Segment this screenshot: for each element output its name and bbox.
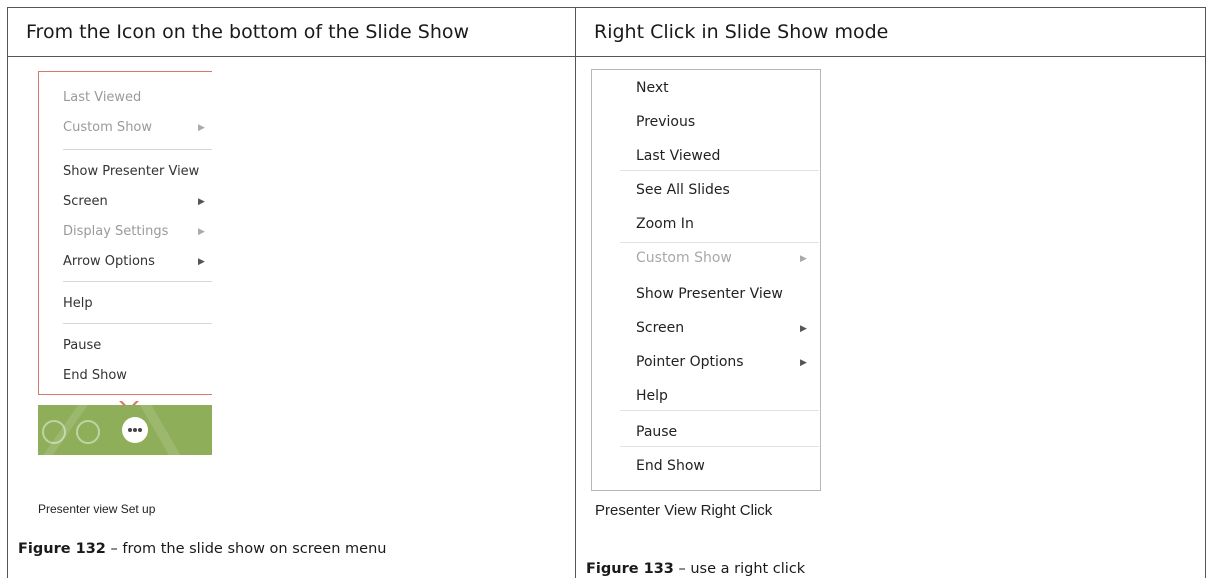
figure-caption: Figure 133 – use a right click bbox=[586, 561, 805, 577]
context-item-see-all-slides[interactable]: See All Slides bbox=[636, 182, 730, 198]
context-item-last-viewed[interactable]: Last Viewed bbox=[636, 148, 720, 164]
submenu-arrow-icon: ▶ bbox=[800, 358, 807, 368]
menu-separator bbox=[620, 446, 819, 447]
menu-separator bbox=[63, 281, 212, 282]
zoom-icon[interactable] bbox=[76, 420, 100, 444]
menu-item-display-settings: Display Settings bbox=[63, 224, 169, 239]
more-options-icon[interactable] bbox=[122, 417, 148, 443]
document-table: From the Icon on the bottom of the Slide… bbox=[7, 7, 1206, 578]
context-item-help[interactable]: Help bbox=[636, 388, 668, 404]
context-item-end-show[interactable]: End Show bbox=[636, 458, 705, 474]
menu-item-end-show[interactable]: End Show bbox=[63, 368, 127, 383]
onscreen-menu: Last Viewed Custom Show ▶ Show Presenter Vi… bbox=[38, 71, 212, 395]
menu-separator bbox=[620, 242, 819, 243]
header-left: From the Icon on the bottom of the Slide… bbox=[7, 7, 576, 57]
onscreen-menu-screenshot: Last Viewed Custom Show ▶ Show Presenter Vi… bbox=[30, 71, 215, 455]
context-item-custom-show: Custom Show bbox=[636, 250, 732, 266]
menu-item-show-presenter-view[interactable]: Show Presenter View bbox=[63, 164, 199, 179]
menu-item-custom-show: Custom Show bbox=[63, 120, 153, 135]
submenu-arrow-icon: ▶ bbox=[198, 257, 205, 267]
context-item-pause[interactable]: Pause bbox=[636, 424, 677, 440]
context-item-screen[interactable]: Screen bbox=[636, 320, 684, 336]
figure-number: Figure 133 bbox=[586, 561, 674, 577]
figure-number: Figure 132 bbox=[18, 541, 106, 557]
header-right: Right Click in Slide Show mode bbox=[575, 7, 1206, 57]
context-item-previous[interactable]: Previous bbox=[636, 114, 695, 130]
cell-left: Last Viewed Custom Show ▶ Show Presenter Vi… bbox=[7, 56, 576, 578]
menu-item-help[interactable]: Help bbox=[63, 296, 93, 311]
context-item-zoom-in[interactable]: Zoom In bbox=[636, 216, 694, 232]
menu-separator bbox=[620, 170, 819, 171]
figure-text: – use a right click bbox=[673, 561, 806, 577]
menu-separator bbox=[63, 323, 212, 324]
context-menu: Next Previous Last Viewed See All Slides Zoo… bbox=[591, 69, 821, 491]
submenu-arrow-icon: ▶ bbox=[198, 227, 205, 237]
submenu-arrow-icon: ▶ bbox=[198, 197, 205, 207]
menu-separator bbox=[63, 149, 212, 150]
context-item-pointer-options[interactable]: Pointer Options bbox=[636, 354, 744, 370]
menu-item-last-viewed: Last Viewed bbox=[63, 90, 142, 105]
menu-item-arrow-options[interactable]: Arrow Options bbox=[63, 254, 155, 269]
figure-text: – from the slide show on screen menu bbox=[105, 541, 387, 557]
figure-caption: Figure 132 – from the slide show on scre… bbox=[18, 541, 386, 557]
menu-separator bbox=[620, 410, 819, 411]
slides-icon[interactable] bbox=[42, 420, 66, 444]
screenshot-caption: Presenter view Set up bbox=[38, 502, 156, 516]
context-item-show-presenter-view[interactable]: Show Presenter View bbox=[636, 286, 783, 302]
context-item-next[interactable]: Next bbox=[636, 80, 669, 96]
submenu-arrow-icon: ▶ bbox=[800, 324, 807, 334]
submenu-arrow-icon: ▶ bbox=[800, 254, 807, 264]
cell-right: Next Previous Last Viewed See All Slides Zoo… bbox=[575, 56, 1206, 578]
submenu-arrow-icon: ▶ bbox=[198, 123, 205, 133]
slideshow-toolbar bbox=[38, 405, 212, 455]
menu-item-screen[interactable]: Screen bbox=[63, 194, 108, 209]
screenshot-caption: Presenter View Right Click bbox=[595, 502, 773, 519]
menu-item-pause[interactable]: Pause bbox=[63, 338, 101, 353]
